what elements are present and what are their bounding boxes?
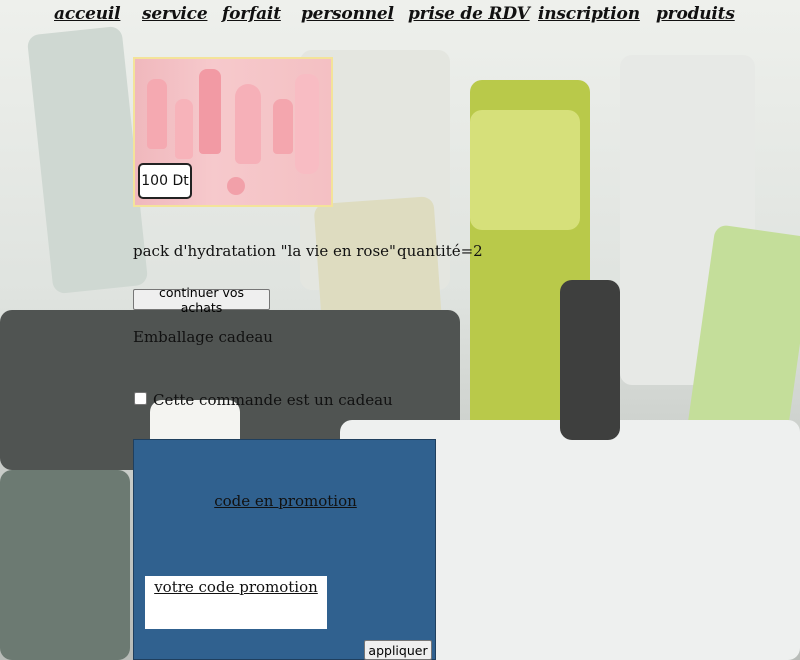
gift-wrap-label: Emballage cadeau [133,328,273,346]
promo-panel: code en promotion votre code promotion [133,439,436,660]
product-quantity: quantité=2 [397,242,483,260]
product-name: pack d'hydratation "la vie en rose" [133,242,396,260]
apply-promo-button[interactable]: appliquer [364,640,432,660]
nav-link-acceuil[interactable]: acceuil [54,4,121,24]
nav-link-personnel[interactable]: personnel [301,4,394,24]
main-nav: acceuil service forfait personnel prise … [0,4,800,30]
price-tag: 100 Dt [138,163,192,199]
promo-code-label: votre code promotion [154,578,318,596]
gift-checkbox[interactable] [134,392,147,405]
nav-link-produits[interactable]: produits [656,4,735,24]
promo-title: code en promotion [214,492,357,510]
nav-link-service[interactable]: service [142,4,208,24]
promo-code-input[interactable]: votre code promotion [145,576,327,629]
product-image: 100 Dt [133,57,333,207]
gift-checkbox-label: Cette commande est un cadeau [153,391,393,409]
nav-link-forfait[interactable]: forfait [222,4,281,24]
nav-link-prise-de-rdv[interactable]: prise de RDV [408,4,530,24]
nav-link-inscription[interactable]: inscription [538,4,640,24]
continue-shopping-button[interactable]: continuer vos achats [133,285,270,315]
